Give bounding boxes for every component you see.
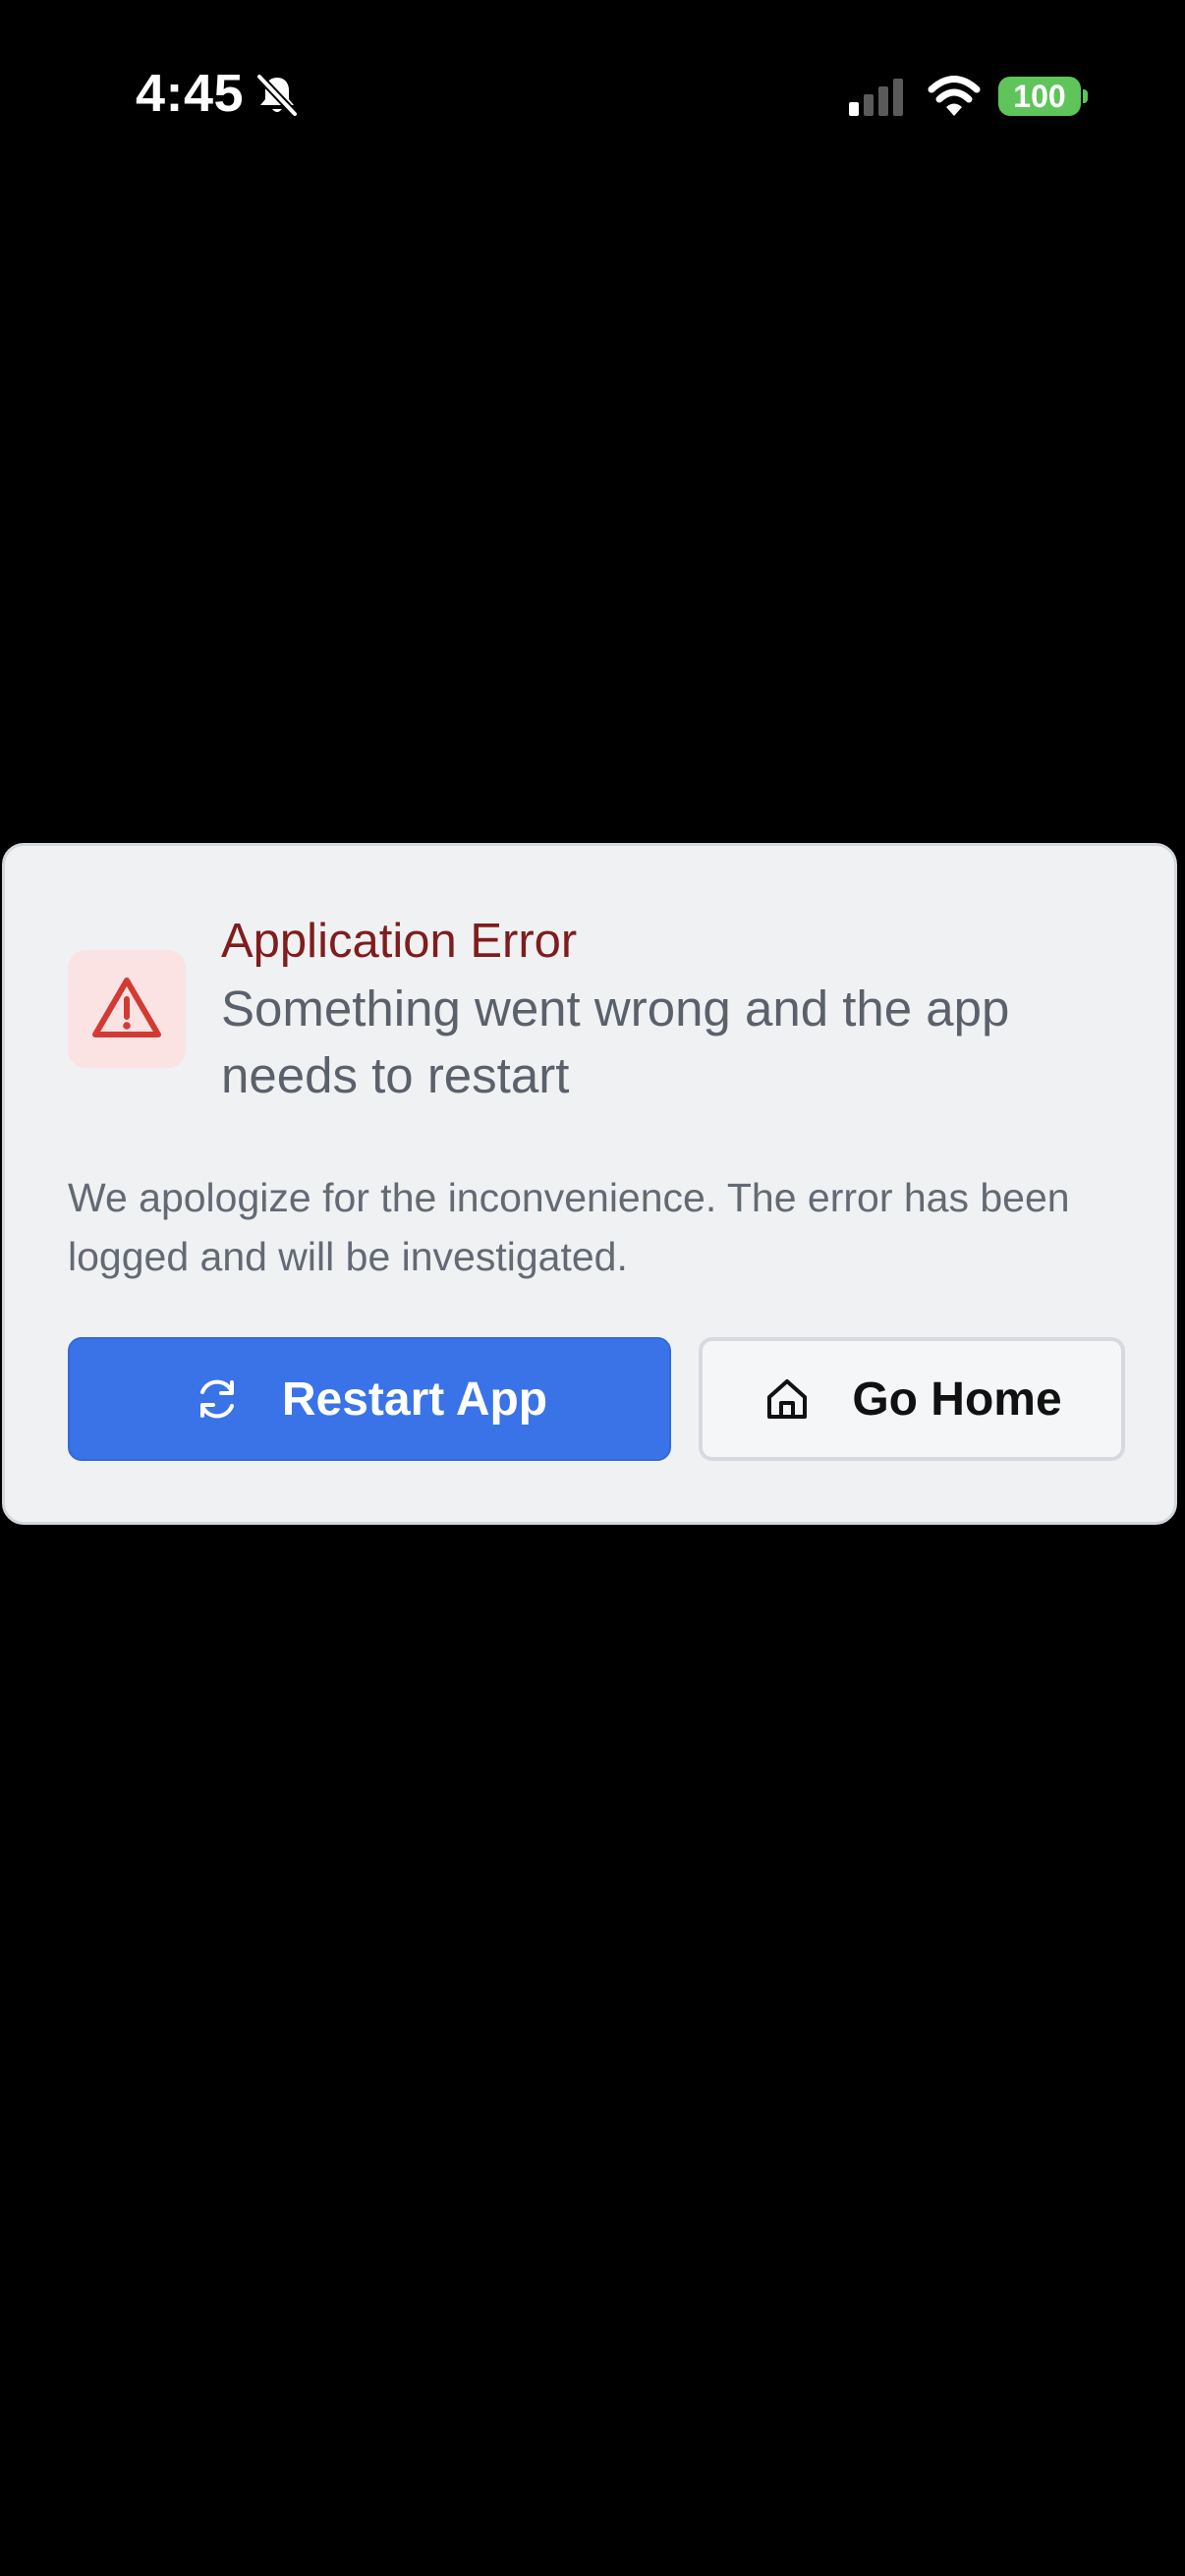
error-description: We apologize for the inconvenience. The … bbox=[68, 1175, 1070, 1279]
go-home-button[interactable]: Go Home bbox=[699, 1337, 1125, 1461]
refresh-icon bbox=[192, 1373, 243, 1425]
bell-slash-icon bbox=[255, 73, 299, 118]
battery-nub bbox=[1083, 89, 1088, 103]
error-card: Application Error Something went wrong a… bbox=[2, 843, 1177, 1525]
wifi-icon bbox=[928, 75, 981, 116]
error-title: Application Error bbox=[221, 915, 578, 968]
warning-triangle-icon bbox=[91, 976, 162, 1043]
battery-icon: 100 bbox=[998, 77, 1081, 116]
restart-app-label: Restart App bbox=[281, 1372, 548, 1426]
restart-app-button[interactable]: Restart App bbox=[68, 1337, 671, 1461]
status-bar: 4:45 100 bbox=[0, 0, 1185, 196]
cellular-signal-icon bbox=[849, 79, 906, 116]
go-home-label: Go Home bbox=[852, 1372, 1062, 1426]
home-icon bbox=[762, 1373, 813, 1425]
error-subtitle: Something went wrong and the app needs t… bbox=[221, 980, 1010, 1103]
battery-level: 100 bbox=[1013, 78, 1066, 114]
status-time: 4:45 bbox=[136, 64, 245, 123]
warning-icon-container bbox=[68, 950, 186, 1068]
